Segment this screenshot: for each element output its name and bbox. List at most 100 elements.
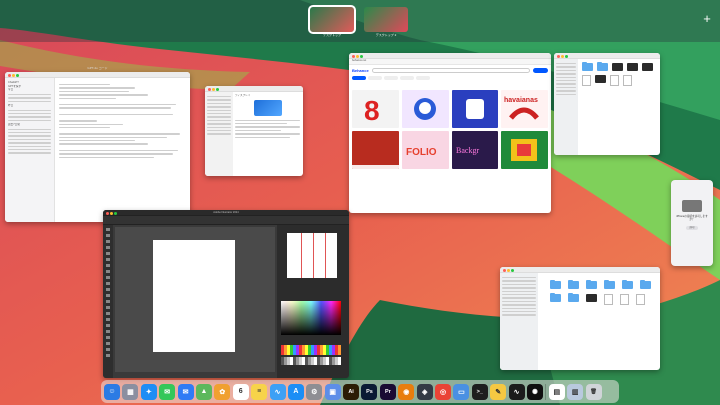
- allow-button[interactable]: 許可: [686, 225, 698, 230]
- appstore-icon[interactable]: A: [287, 383, 304, 400]
- folder-icon[interactable]: [550, 279, 561, 289]
- davinci-icon[interactable]: ◈: [416, 383, 433, 400]
- folder-icon[interactable]: [586, 279, 597, 289]
- project-card[interactable]: [501, 131, 548, 169]
- finder-window-desktop[interactable]: [554, 53, 660, 155]
- project-card[interactable]: [352, 131, 399, 169]
- calendar-icon[interactable]: 6: [232, 383, 249, 400]
- file-thumbnail-icon[interactable]: [595, 75, 606, 83]
- gray-swatches[interactable]: [281, 357, 341, 365]
- behance-logo[interactable]: Behance: [352, 68, 369, 73]
- finder-contents: [550, 279, 657, 370]
- launchpad-icon[interactable]: ▦: [122, 383, 139, 400]
- editor-content: [59, 82, 186, 222]
- category-tags: [349, 75, 551, 82]
- chrome-icon[interactable]: ◎: [435, 383, 452, 400]
- tag-3d[interactable]: [416, 76, 430, 80]
- folder-icon[interactable]: [597, 61, 608, 71]
- folder-icon[interactable]: [568, 279, 579, 289]
- iphone-connect-dialog[interactable]: iPhoneの接続を許可しますか？ 許可: [671, 180, 713, 266]
- project-card[interactable]: Backgr: [451, 131, 499, 169]
- folder-icon[interactable]: [604, 279, 615, 289]
- swatches-panel[interactable]: [281, 345, 341, 355]
- site-signup-button[interactable]: [533, 67, 548, 73]
- project-card[interactable]: [401, 90, 449, 128]
- trash-icon[interactable]: 🗑: [585, 383, 602, 400]
- folder-icon[interactable]: [582, 61, 593, 71]
- photos-icon[interactable]: ✿: [214, 383, 231, 400]
- display-settings-window[interactable]: ディスプレイ: [205, 86, 303, 176]
- terminal-icon[interactable]: >_: [471, 383, 488, 400]
- settings-icon[interactable]: ⚙: [306, 383, 323, 400]
- folder-icon[interactable]: [640, 279, 651, 289]
- downloads-icon[interactable]: ▥: [567, 383, 584, 400]
- photoshop-icon[interactable]: Ps: [361, 383, 378, 400]
- document-icon[interactable]: [604, 294, 613, 305]
- desktop-1-thumbnail[interactable]: [308, 5, 356, 34]
- file-thumbnail-icon[interactable]: [642, 63, 653, 71]
- editor-side-item[interactable]: 昨日: [8, 104, 51, 108]
- settings-title: ディスプレイ: [235, 94, 251, 97]
- messages-icon[interactable]: ✉: [159, 383, 176, 400]
- activity-monitor-icon[interactable]: ∿: [508, 383, 525, 400]
- svg-text:8: 8: [364, 95, 380, 126]
- finder-icon[interactable]: ☺: [104, 383, 120, 400]
- dock: ☺ ▦ ✦ ✉ ✉ ▲ ✿ 6 ≡ ∿ A ⚙ ▣ Ai Ps Pr ◉ ◈ ◎ ▭ >_ ✎ ∿ ✺ ▤ ▥ 🗑: [101, 380, 619, 403]
- browser-site-header: Behance: [349, 65, 551, 75]
- document-icon[interactable]: [610, 75, 619, 86]
- project-card[interactable]: 8: [352, 90, 399, 128]
- safari-icon[interactable]: ✦: [140, 383, 157, 400]
- tag-photo[interactable]: [384, 76, 398, 80]
- svg-text:FOLIO: FOLIO: [406, 147, 437, 158]
- add-desktop-button[interactable]: +: [700, 12, 714, 26]
- artboard[interactable]: [153, 240, 235, 352]
- document-icon[interactable]: [636, 294, 645, 305]
- finder-contents: [582, 61, 657, 155]
- desktop-2-label: デスクトップ 2: [375, 33, 397, 37]
- site-search-input[interactable]: [371, 67, 530, 73]
- mail-icon[interactable]: ✉: [177, 383, 194, 400]
- folder-icon[interactable]: [568, 292, 579, 302]
- desktop-1-label: デスクトップ: [322, 33, 341, 37]
- blender-icon[interactable]: ◉: [398, 383, 415, 400]
- document-icon[interactable]: [582, 75, 591, 86]
- illustrator-icon[interactable]: Ai: [343, 383, 360, 400]
- notes-icon[interactable]: ≡: [251, 383, 268, 400]
- folder-icon[interactable]: [550, 292, 561, 302]
- editor-side-item[interactable]: 今日: [8, 88, 51, 92]
- freeform-icon[interactable]: ∿: [269, 383, 286, 400]
- file-thumbnail-icon[interactable]: [612, 63, 623, 71]
- editor-window[interactable]: ChatGPT GPTを探す 今日 昨日 過去7日間: [5, 72, 190, 222]
- folder-icon[interactable]: [622, 279, 633, 289]
- document-icon[interactable]: [620, 294, 629, 305]
- navigator-preview: [287, 233, 337, 278]
- maps-icon[interactable]: ▲: [195, 383, 212, 400]
- project-card[interactable]: FOLIO: [401, 131, 449, 169]
- color-picker[interactable]: [281, 301, 341, 335]
- iphone-icon: [682, 200, 702, 212]
- file-thumbnail-icon[interactable]: [627, 63, 638, 71]
- tag-recommended[interactable]: [352, 76, 366, 80]
- editor-sidebar: ChatGPT GPTを探す 今日 昨日 過去7日間: [5, 78, 55, 222]
- tag-illustration[interactable]: [400, 76, 414, 80]
- preview-icon[interactable]: ▣: [324, 383, 341, 400]
- finder-window-downloads[interactable]: [500, 267, 660, 370]
- desktop-2-thumbnail[interactable]: [364, 7, 408, 32]
- document-icon[interactable]: ▤: [548, 383, 565, 400]
- file-thumbnail-icon[interactable]: [586, 294, 597, 302]
- project-card[interactable]: [451, 90, 499, 128]
- illustrator-canvas[interactable]: [115, 227, 275, 372]
- screen-share-icon[interactable]: ▭: [453, 383, 470, 400]
- project-card[interactable]: havaianas: [501, 90, 548, 128]
- browser-window[interactable]: behance.net Behance 8 havaianas FOLIO Ba…: [349, 53, 551, 213]
- chatgpt-icon[interactable]: ✺: [526, 383, 543, 400]
- illustrator-window[interactable]: Adobe Illustrator 2024: [103, 210, 349, 378]
- finder-sidebar: [554, 59, 578, 155]
- settings-sidebar: [205, 92, 233, 176]
- tag-graphic-design[interactable]: [368, 76, 382, 80]
- browser-titlebar: [349, 53, 551, 59]
- premiere-icon[interactable]: Pr: [379, 383, 396, 400]
- editor-side-item[interactable]: 過去7日間: [8, 123, 51, 127]
- document-icon[interactable]: [623, 75, 632, 86]
- notes-2-icon[interactable]: ✎: [490, 383, 507, 400]
